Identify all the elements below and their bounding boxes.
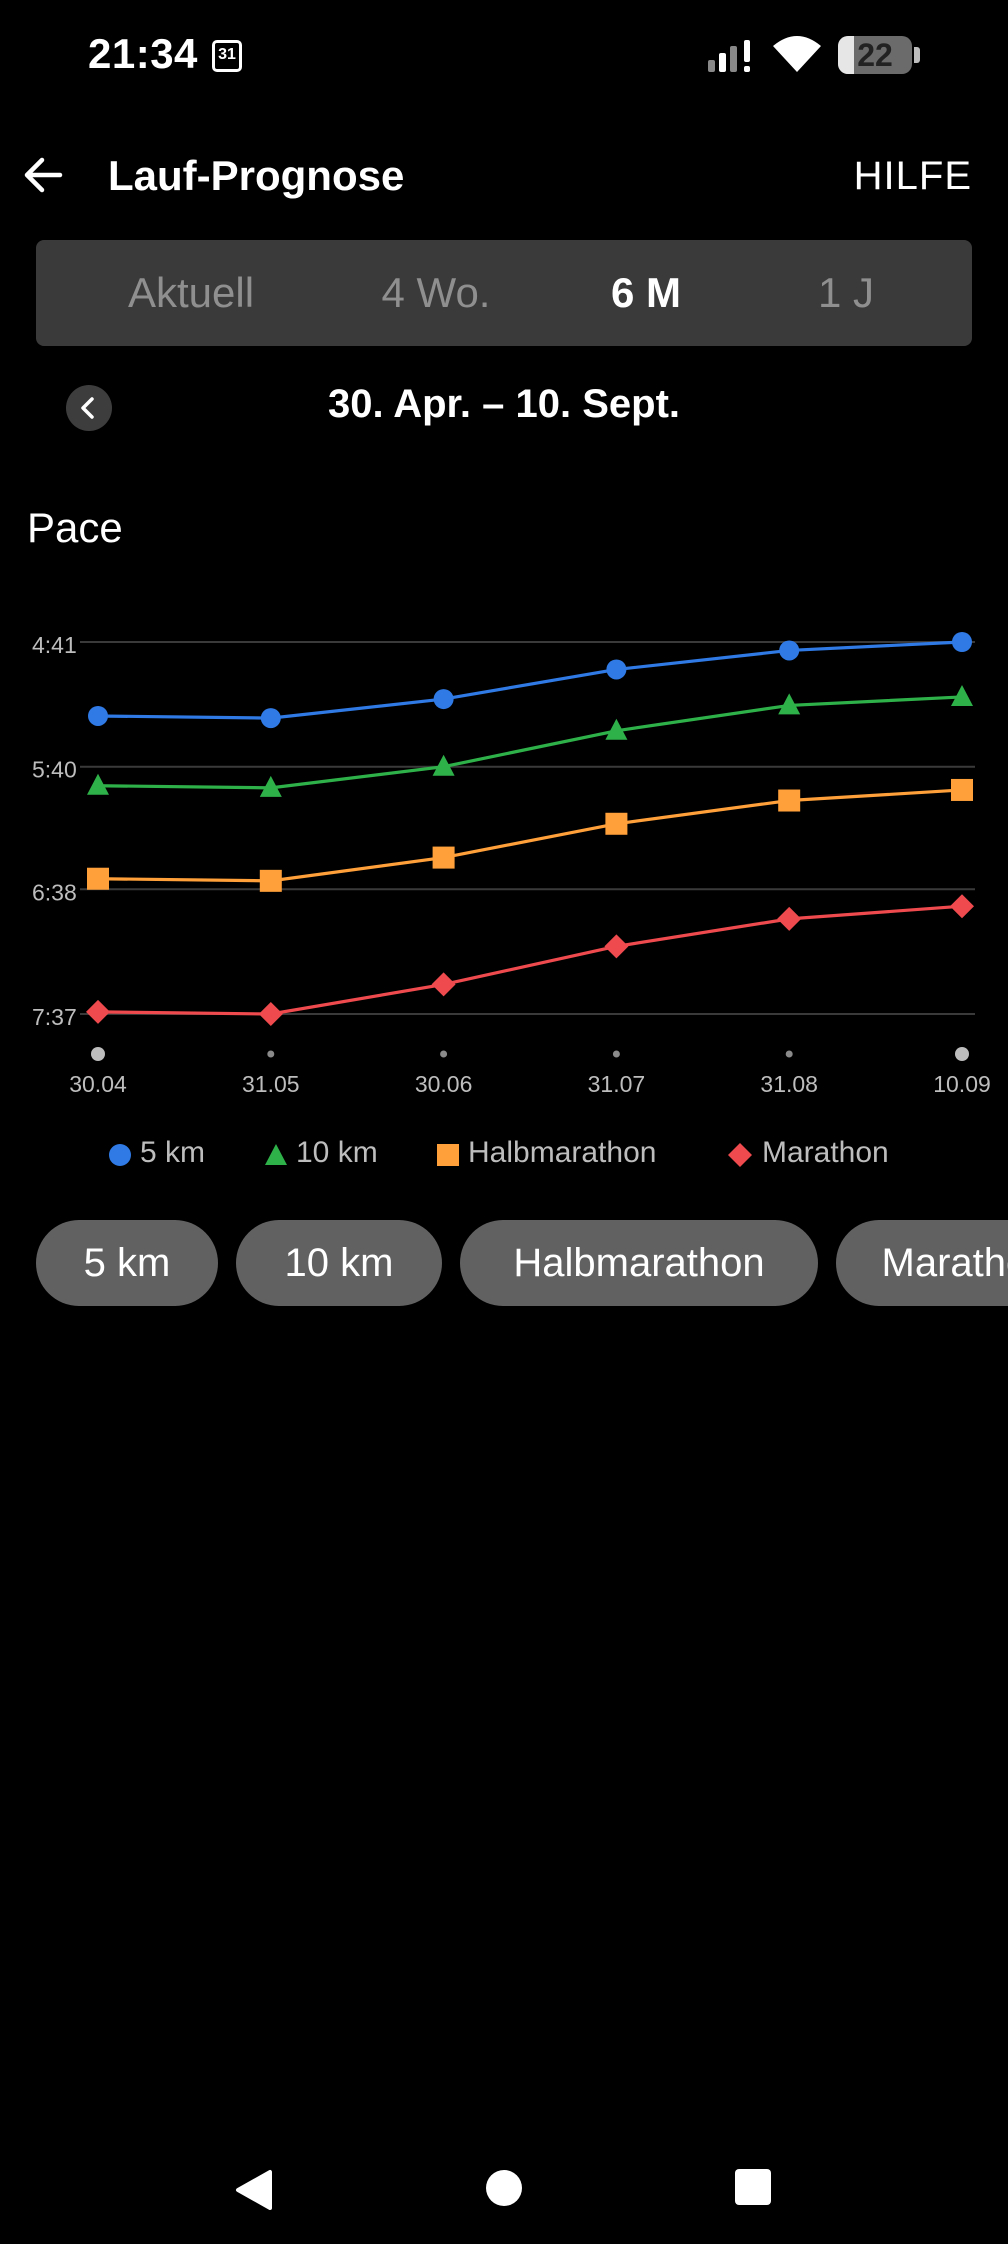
data-point	[605, 812, 628, 835]
x-tick-label: 30.04	[69, 1071, 127, 1097]
x-tick-dot	[955, 1047, 969, 1061]
chip-10km[interactable]: 10 km	[236, 1220, 442, 1306]
arrow-left-icon[interactable]	[20, 150, 70, 200]
y-tick-label: 7:37	[32, 1004, 77, 1030]
legend-item-halbmarathon: Halbmarathon	[468, 1136, 657, 1169]
status-time: 21:34	[88, 30, 198, 77]
data-point	[778, 789, 801, 812]
status-bar: 21:34 31 22	[0, 0, 1008, 110]
back-triangle-icon[interactable]	[232, 2168, 276, 2212]
legend-marker	[265, 1144, 287, 1165]
tab-aktuell[interactable]: Aktuell	[76, 240, 306, 346]
data-point	[951, 684, 973, 706]
data-point	[431, 972, 456, 997]
x-tick-label: 31.07	[588, 1071, 646, 1097]
data-point	[258, 1002, 283, 1026]
pace-chart: 4:41 5:40 6:38 7:37 30.04 31.05 30.06 31.07 31.0…	[32, 632, 991, 1097]
series-line	[97, 788, 963, 883]
battery-cap	[914, 47, 920, 63]
data-point	[86, 999, 110, 1024]
data-point	[604, 934, 629, 959]
legend-marker	[437, 1144, 459, 1166]
chevron-left-icon	[81, 397, 94, 419]
app-header: Lauf-Prognose HILFE	[0, 130, 1008, 220]
page-title: Lauf-Prognose	[108, 152, 405, 199]
series-line	[97, 640, 963, 720]
tab-6-months[interactable]: 6 M	[556, 240, 736, 346]
x-tick-dot	[267, 1050, 275, 1058]
distance-chips: 5 km 10 km Halbmarathon Marathon	[0, 1220, 1008, 1306]
chart-legend: 5 km 10 km Halbmarathon Marathon	[0, 1130, 1008, 1180]
chip-halbmarathon[interactable]: Halbmarathon	[460, 1220, 818, 1306]
data-point	[777, 906, 802, 931]
tab-4-weeks[interactable]: 4 Wo.	[326, 240, 546, 346]
data-point	[260, 708, 281, 729]
signal-icon	[708, 40, 750, 72]
data-point	[950, 894, 974, 919]
data-point	[951, 778, 973, 801]
data-point	[87, 867, 109, 890]
date-range-row: 30. Apr. – 10. Sept.	[0, 370, 1008, 450]
y-tick-label: 5:40	[32, 757, 77, 783]
recents-square-icon[interactable]	[734, 2168, 772, 2206]
y-tick-label: 6:38	[32, 879, 77, 905]
legend-item-marathon: Marathon	[762, 1136, 889, 1169]
chip-marathon[interactable]: Marathon	[836, 1220, 1008, 1306]
legend-item-5km: 5 km	[140, 1136, 206, 1169]
x-tick-label: 10.09	[933, 1071, 991, 1097]
date-range-label: 30. Apr. – 10. Sept.	[327, 382, 680, 426]
data-point	[433, 689, 454, 710]
help-button[interactable]: HILFE	[854, 154, 972, 199]
battery-level-text: 22	[857, 37, 893, 73]
legend-marker	[728, 1143, 752, 1167]
data-point	[606, 659, 627, 680]
wifi-icon	[773, 36, 821, 72]
previous-period-button[interactable]	[66, 385, 112, 431]
x-tick-dot	[440, 1050, 448, 1058]
y-tick-label: 4:41	[32, 632, 77, 658]
data-point	[779, 640, 800, 661]
data-point	[952, 632, 972, 652]
data-point	[88, 705, 108, 726]
x-tick-dot	[91, 1047, 105, 1061]
x-tick-label: 31.08	[760, 1071, 818, 1097]
period-tabs: Aktuell 4 Wo. 6 M 1 J	[36, 240, 972, 346]
series-line	[97, 695, 963, 790]
legend-marker	[109, 1144, 131, 1166]
x-tick-dot	[785, 1050, 793, 1058]
calendar-icon: 31	[212, 40, 242, 72]
data-point	[432, 846, 455, 869]
chart-title: Pace	[27, 504, 123, 551]
legend-item-10km: 10 km	[296, 1136, 378, 1169]
home-circle-icon[interactable]	[484, 2168, 524, 2208]
x-tick-dot	[612, 1050, 620, 1058]
x-tick-label: 30.06	[415, 1071, 473, 1097]
series-line	[97, 904, 963, 1016]
tab-1-year[interactable]: 1 J	[766, 240, 926, 346]
battery-icon: 22	[838, 36, 912, 74]
x-tick-label: 31.05	[242, 1071, 300, 1097]
data-point	[259, 869, 282, 892]
chip-5km[interactable]: 5 km	[36, 1220, 218, 1306]
system-nav-bar	[0, 2144, 1008, 2244]
